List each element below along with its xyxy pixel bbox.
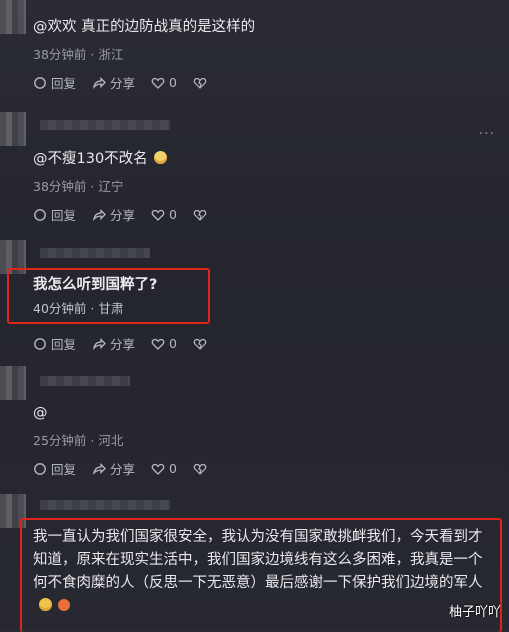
like-button[interactable]: 0 (151, 336, 177, 351)
comment-meta: 38分钟前 · 浙江 (33, 47, 124, 62)
reply-button[interactable]: 回复 (33, 334, 76, 353)
comment-text: 我一直认为我们国家很安全，我认为没有国家敢挑衅我们，今天看到才知道，原来在现实生… (33, 526, 493, 618)
reply-button[interactable]: 回复 (33, 459, 76, 478)
broken-heart-icon (193, 208, 207, 222)
heart-icon (151, 208, 165, 222)
face-emoji-icon (39, 598, 52, 611)
like-count: 0 (169, 336, 177, 351)
comment-item: 我一直认为我们国家很安全，我认为没有国家敢挑衅我们，今天看到才知道，原来在现实生… (33, 526, 493, 618)
share-arrow-icon (92, 462, 106, 476)
reply-bubble-icon (33, 462, 47, 476)
heart-icon (151, 76, 165, 90)
comment-meta: 38分钟前 · 辽宁 (33, 179, 124, 194)
more-options-icon[interactable]: ··· (479, 126, 495, 142)
share-button[interactable]: 分享 (92, 334, 135, 353)
username[interactable] (40, 376, 130, 386)
heart-icon (151, 462, 165, 476)
broken-heart-icon (193, 462, 207, 476)
broken-heart-icon (193, 337, 207, 351)
comment-meta: 25分钟前 · 河北 (33, 433, 124, 448)
heart-icon (151, 337, 165, 351)
comment-text: @ (33, 405, 48, 421)
like-button[interactable]: 0 (151, 461, 177, 476)
dislike-button[interactable] (193, 76, 207, 90)
like-count: 0 (169, 75, 177, 90)
avatar[interactable] (0, 112, 26, 146)
comment-text: @不瘦130不改名 (33, 148, 499, 170)
share-arrow-icon (92, 337, 106, 351)
avatar[interactable] (0, 0, 26, 34)
reply-bubble-icon (33, 208, 47, 222)
share-button[interactable]: 分享 (92, 459, 135, 478)
comment-actions: 回复 分享 0 (33, 459, 499, 478)
comment-actions: 回复 分享 0 (33, 205, 499, 224)
comment-item: @欢欢 真正的边防战真的是这样的 38分钟前 · 浙江 回复 分享 0 (33, 16, 499, 92)
dislike-button[interactable] (193, 208, 207, 222)
red-emoji-icon (58, 599, 70, 611)
like-button[interactable]: 0 (151, 75, 177, 90)
username[interactable] (40, 120, 170, 130)
watermark: 柚子吖吖 (448, 605, 501, 620)
comment-actions: 回复 分享 0 (33, 73, 499, 92)
reply-button[interactable]: 回复 (33, 73, 76, 92)
dislike-button[interactable] (193, 337, 207, 351)
like-count: 0 (169, 207, 177, 222)
like-button[interactable]: 0 (151, 207, 177, 222)
username[interactable] (40, 500, 170, 510)
comment-item: @ 25分钟前 · 河北 回复 分享 0 (33, 402, 499, 478)
comment-meta: 40分钟前 · 甘肃 (33, 301, 124, 316)
comment-item: @不瘦130不改名 38分钟前 · 辽宁 回复 分享 0 (33, 148, 499, 224)
username[interactable] (40, 248, 150, 258)
reply-button[interactable]: 回复 (33, 205, 76, 224)
share-arrow-icon (92, 208, 106, 222)
share-button[interactable]: 分享 (92, 205, 135, 224)
broken-heart-icon (193, 76, 207, 90)
share-arrow-icon (92, 76, 106, 90)
smile-emoji-icon (153, 151, 167, 164)
reply-bubble-icon (33, 76, 47, 90)
dislike-button[interactable] (193, 462, 207, 476)
like-count: 0 (169, 461, 177, 476)
avatar[interactable] (0, 366, 26, 400)
comment-text: 我怎么听到国粹了? (33, 277, 158, 293)
comment-actions: 回复 分享 0 (33, 334, 499, 353)
reply-bubble-icon (33, 337, 47, 351)
comment-item: 我怎么听到国粹了? 40分钟前 · 甘肃 回复 分享 0 (33, 274, 499, 353)
share-button[interactable]: 分享 (92, 73, 135, 92)
comment-text: @欢欢 真正的边防战真的是这样的 (33, 19, 256, 35)
